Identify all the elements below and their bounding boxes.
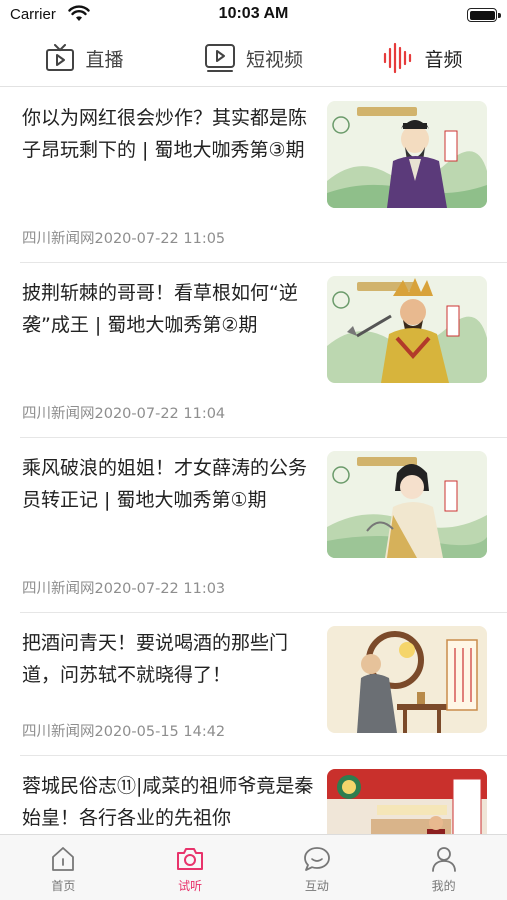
tab-listen-label: 试听 xyxy=(178,879,203,893)
audio-wave-icon xyxy=(384,42,412,74)
news-title: 披荆斩棘的哥哥！看草根如何“逆袭”成王 | 蜀地大咖秀第②期 xyxy=(22,282,298,336)
news-title: 你以为网红很会炒作？其实都是陈子昂玩剩下的 | 蜀地大咖秀第③期 xyxy=(22,107,308,161)
tab-audio-label: 音频 xyxy=(424,48,463,71)
tab-short-video[interactable]: 短视频 xyxy=(169,30,338,86)
news-list[interactable]: 你以为网红很会炒作？其实都是陈子昂玩剩下的 | 蜀地大咖秀第③期 四川新闻网20… xyxy=(0,88,507,834)
news-meta: 四川新闻网2020-07-22 11:03 xyxy=(22,581,226,597)
chat-bubble-icon xyxy=(303,847,330,871)
tab-audio[interactable]: 音频 xyxy=(338,30,507,86)
news-thumbnail xyxy=(327,276,487,383)
news-title: 乘风破浪的姐姐！才女薛涛的公务员转正记 | 蜀地大咖秀第①期 xyxy=(22,457,308,511)
news-thumbnail xyxy=(327,451,487,558)
news-title: 蓉城民俗志⑪|咸菜的祖师爷竟是秦始皇！各行各业的先祖你 xyxy=(22,775,314,829)
person-icon xyxy=(431,847,456,872)
top-tab-bar: 直播 短视频 音频 xyxy=(0,30,507,87)
news-item[interactable]: 把酒问青天！要说喝酒的那些门道，问苏轼不就晓得了！ 四川新闻网2020-05-1… xyxy=(20,613,507,756)
tab-profile-label: 我的 xyxy=(431,879,456,893)
news-item[interactable]: 乘风破浪的姐姐！才女薛涛的公务员转正记 | 蜀地大咖秀第①期 四川新闻网2020… xyxy=(20,438,507,613)
news-title: 把酒问青天！要说喝酒的那些门道，问苏轼不就晓得了！ xyxy=(22,632,289,686)
news-item[interactable]: 你以为网红很会炒作？其实都是陈子昂玩剩下的 | 蜀地大咖秀第③期 四川新闻网20… xyxy=(20,88,507,263)
tab-interact[interactable]: 互动 xyxy=(254,835,381,900)
tab-live[interactable]: 直播 xyxy=(0,30,169,86)
news-meta: 四川新闻网2020-07-22 11:04 xyxy=(22,406,226,422)
camera-icon xyxy=(177,848,204,870)
tab-home-label: 首页 xyxy=(51,879,76,893)
tab-profile[interactable]: 我的 xyxy=(380,835,507,900)
tab-home[interactable]: 首页 xyxy=(0,835,127,900)
bottom-tab-bar: 首页 试听 互动 我的 xyxy=(0,834,507,900)
clock: 10:03 AM xyxy=(218,5,289,22)
battery-icon xyxy=(467,8,501,22)
news-meta: 四川新闻网2020-05-15 14:42 xyxy=(22,724,226,740)
tab-listen[interactable]: 试听 xyxy=(127,835,254,900)
home-icon xyxy=(52,847,75,871)
news-thumbnail xyxy=(327,626,487,733)
tab-live-label: 直播 xyxy=(85,48,124,71)
tab-interact-label: 互动 xyxy=(304,879,329,893)
tab-short-video-label: 短视频 xyxy=(245,48,303,71)
news-item[interactable]: 披荆斩棘的哥哥！看草根如何“逆袭”成王 | 蜀地大咖秀第②期 四川新闻网2020… xyxy=(20,263,507,438)
video-icon xyxy=(204,44,235,72)
news-thumbnail xyxy=(327,769,487,834)
news-thumbnail xyxy=(327,101,487,208)
news-item[interactable]: 蓉城民俗志⑪|咸菜的祖师爷竟是秦始皇！各行各业的先祖你 xyxy=(20,756,507,834)
status-bar: Carrier 10:03 AM xyxy=(0,0,507,30)
tv-icon xyxy=(46,44,75,71)
news-meta: 四川新闻网2020-07-22 11:05 xyxy=(22,231,226,247)
